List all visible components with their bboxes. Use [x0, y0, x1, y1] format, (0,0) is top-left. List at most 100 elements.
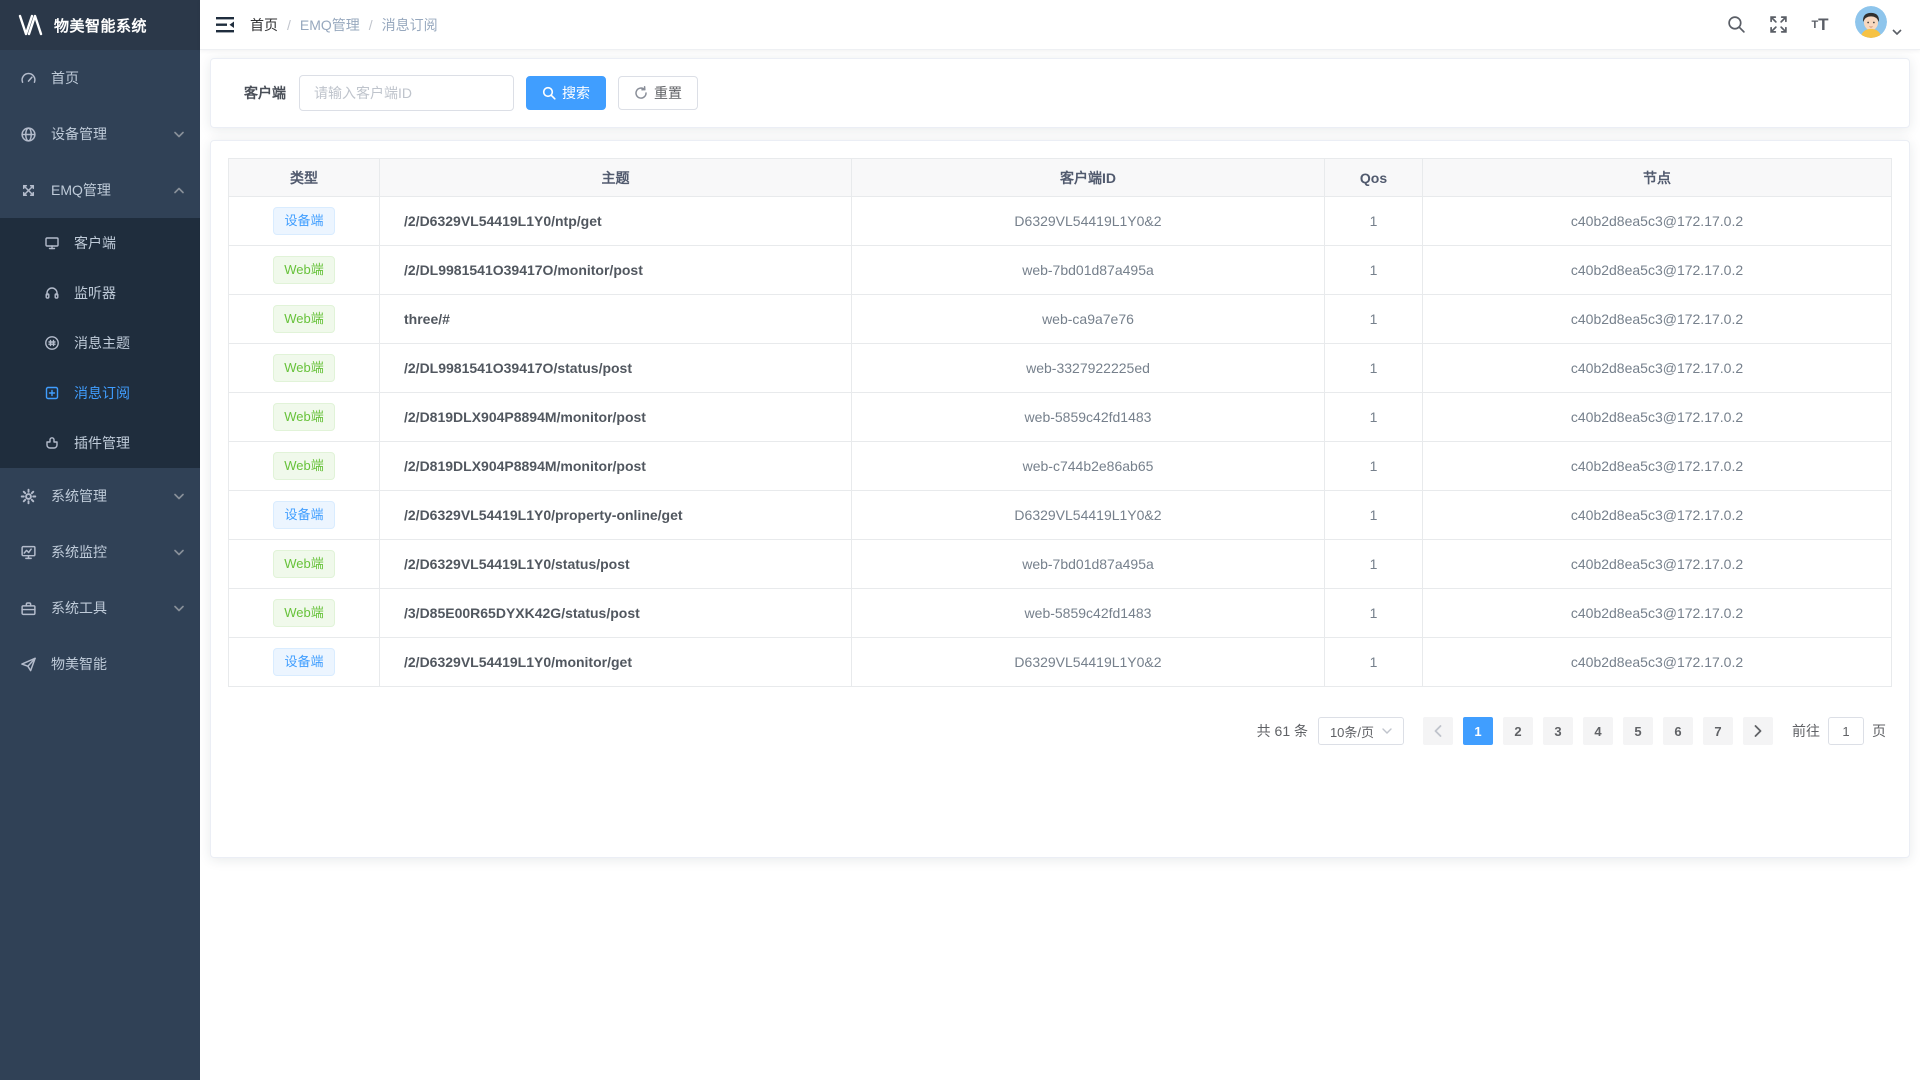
refresh-icon	[634, 86, 648, 100]
breadcrumb-item-emq: EMQ管理	[300, 15, 360, 35]
headset-icon	[44, 285, 60, 301]
sidebar-item-device-mgmt[interactable]: 设备管理	[0, 106, 200, 162]
topic-cell: /3/D85E00R65DYXK42G/status/post	[380, 589, 852, 638]
total-count: 共 61 条	[1257, 721, 1308, 741]
qos-cell: 1	[1325, 393, 1423, 442]
emq-submenu: 客户端 监听器 消息主题 消息订阅	[0, 218, 200, 468]
page-number-button[interactable]: 3	[1543, 717, 1573, 745]
sidebar-item-message-topic[interactable]: 消息主题	[0, 318, 200, 368]
breadcrumb-item-home[interactable]: 首页	[250, 15, 278, 35]
toolbox-icon	[20, 600, 37, 617]
table-row: Web端/2/D6329VL54419L1Y0/status/postweb-7…	[229, 540, 1892, 589]
breadcrumb-item-subscribe: 消息订阅	[382, 15, 438, 35]
topic-cell: /2/D819DLX904P8894M/monitor/post	[380, 393, 852, 442]
caret-down-icon	[1892, 29, 1902, 35]
subscribe-plus-square-icon	[44, 385, 60, 401]
node-cell: c40b2d8ea5c3@172.17.0.2	[1423, 295, 1892, 344]
client-id-cell: web-7bd01d87a495a	[852, 540, 1325, 589]
type-tag: Web端	[273, 403, 335, 431]
type-cell: Web端	[229, 442, 380, 491]
sidebar-item-emq-mgmt[interactable]: EMQ管理	[0, 162, 200, 218]
jumper-prefix-label: 前往	[1792, 721, 1820, 741]
type-tag: Web端	[273, 599, 335, 627]
sidebar-item-plugin-mgmt[interactable]: 插件管理	[0, 418, 200, 468]
page-number-button[interactable]: 2	[1503, 717, 1533, 745]
jumper-suffix-label: 页	[1872, 721, 1886, 741]
fullscreen-button[interactable]	[1761, 0, 1795, 50]
chevron-left-icon	[1434, 725, 1442, 737]
user-menu[interactable]	[1855, 6, 1902, 43]
sidebar-item-client[interactable]: 客户端	[0, 218, 200, 268]
client-id-cell: D6329VL54419L1Y0&2	[852, 491, 1325, 540]
chevron-down-icon	[1382, 728, 1392, 734]
main-area: 首页 / EMQ管理 / 消息订阅	[200, 0, 1920, 1080]
qos-cell: 1	[1325, 344, 1423, 393]
header-search-button[interactable]	[1719, 0, 1753, 50]
table-row: Web端/2/D819DLX904P8894M/monitor/postweb-…	[229, 393, 1892, 442]
qos-cell: 1	[1325, 589, 1423, 638]
type-tag: 设备端	[273, 648, 334, 676]
table-row: Web端three/#web-ca9a7e761c40b2d8ea5c3@172…	[229, 295, 1892, 344]
page-size-select[interactable]: 10条/页	[1318, 717, 1404, 745]
subscriptions-panel: 类型 主题 客户端ID Qos 节点 设备端/2/D6329VL54419L1Y…	[210, 140, 1910, 858]
node-cell: c40b2d8ea5c3@172.17.0.2	[1423, 589, 1892, 638]
fullscreen-icon	[1769, 15, 1788, 34]
font-size-button[interactable]: TT	[1803, 0, 1837, 50]
search-button[interactable]: 搜索	[526, 76, 606, 110]
client-id-cell: web-3327922225ed	[852, 344, 1325, 393]
topic-cell: three/#	[380, 295, 852, 344]
chevron-down-icon	[174, 605, 184, 612]
app-root: 物美智能系统 首页 设备管理 EMQ管理	[0, 0, 1920, 1080]
topic-cell: /2/D6329VL54419L1Y0/status/post	[380, 540, 852, 589]
page-jumper-input[interactable]	[1828, 717, 1864, 745]
sidebar-item-message-subscribe[interactable]: 消息订阅	[0, 368, 200, 418]
page-number-button[interactable]: 1	[1463, 717, 1493, 745]
table-body: 设备端/2/D6329VL54419L1Y0/ntp/getD6329VL544…	[229, 197, 1892, 687]
topic-cell: /2/DL9981541O39417O/status/post	[380, 344, 852, 393]
gear-icon	[20, 488, 37, 505]
qos-cell: 1	[1325, 246, 1423, 295]
monitor-chart-icon	[20, 544, 37, 561]
chevron-down-icon	[174, 131, 184, 138]
page-number-button[interactable]: 7	[1703, 717, 1733, 745]
sidebar-item-system-mgmt[interactable]: 系统管理	[0, 468, 200, 524]
page-number-button[interactable]: 4	[1583, 717, 1613, 745]
table-row: Web端/2/DL9981541O39417O/status/postweb-3…	[229, 344, 1892, 393]
sidebar-collapse-button[interactable]	[200, 0, 250, 50]
type-cell: Web端	[229, 393, 380, 442]
type-cell: 设备端	[229, 197, 380, 246]
qos-cell: 1	[1325, 540, 1423, 589]
topic-cell: /2/D819DLX904P8894M/monitor/post	[380, 442, 852, 491]
sidebar-item-home[interactable]: 首页	[0, 50, 200, 106]
sidebar-item-system-tools[interactable]: 系统工具	[0, 580, 200, 636]
sidebar-item-wumei-smart[interactable]: 物美智能	[0, 636, 200, 692]
type-tag: Web端	[273, 354, 335, 382]
client-id-cell: web-ca9a7e76	[852, 295, 1325, 344]
prev-page-button[interactable]	[1423, 717, 1453, 745]
node-cell: c40b2d8ea5c3@172.17.0.2	[1423, 491, 1892, 540]
next-page-button[interactable]	[1743, 717, 1773, 745]
topbar-tools: TT	[1719, 0, 1902, 50]
client-id-input[interactable]	[299, 75, 514, 111]
page-number-button[interactable]: 6	[1663, 717, 1693, 745]
client-id-cell: D6329VL54419L1Y0&2	[852, 638, 1325, 687]
reset-button[interactable]: 重置	[618, 76, 698, 110]
client-id-cell: web-7bd01d87a495a	[852, 246, 1325, 295]
topic-cell: /2/D6329VL54419L1Y0/property-online/get	[380, 491, 852, 540]
table-row: Web端/2/DL9981541O39417O/monitor/postweb-…	[229, 246, 1892, 295]
sidebar-item-system-monitor[interactable]: 系统监控	[0, 524, 200, 580]
client-id-cell: D6329VL54419L1Y0&2	[852, 197, 1325, 246]
column-header-node: 节点	[1423, 159, 1892, 197]
node-cell: c40b2d8ea5c3@172.17.0.2	[1423, 393, 1892, 442]
client-id-cell: web-5859c42fd1483	[852, 589, 1325, 638]
subscriptions-table: 类型 主题 客户端ID Qos 节点 设备端/2/D6329VL54419L1Y…	[228, 158, 1892, 687]
table-header-row: 类型 主题 客户端ID Qos 节点	[229, 159, 1892, 197]
sidebar-item-listener[interactable]: 监听器	[0, 268, 200, 318]
topic-hash-circle-icon	[44, 335, 60, 351]
breadcrumb-separator: /	[287, 17, 291, 33]
page-number-button[interactable]: 5	[1623, 717, 1653, 745]
chevron-up-icon	[174, 187, 184, 194]
type-cell: Web端	[229, 295, 380, 344]
globe-icon	[20, 126, 37, 143]
qos-cell: 1	[1325, 638, 1423, 687]
